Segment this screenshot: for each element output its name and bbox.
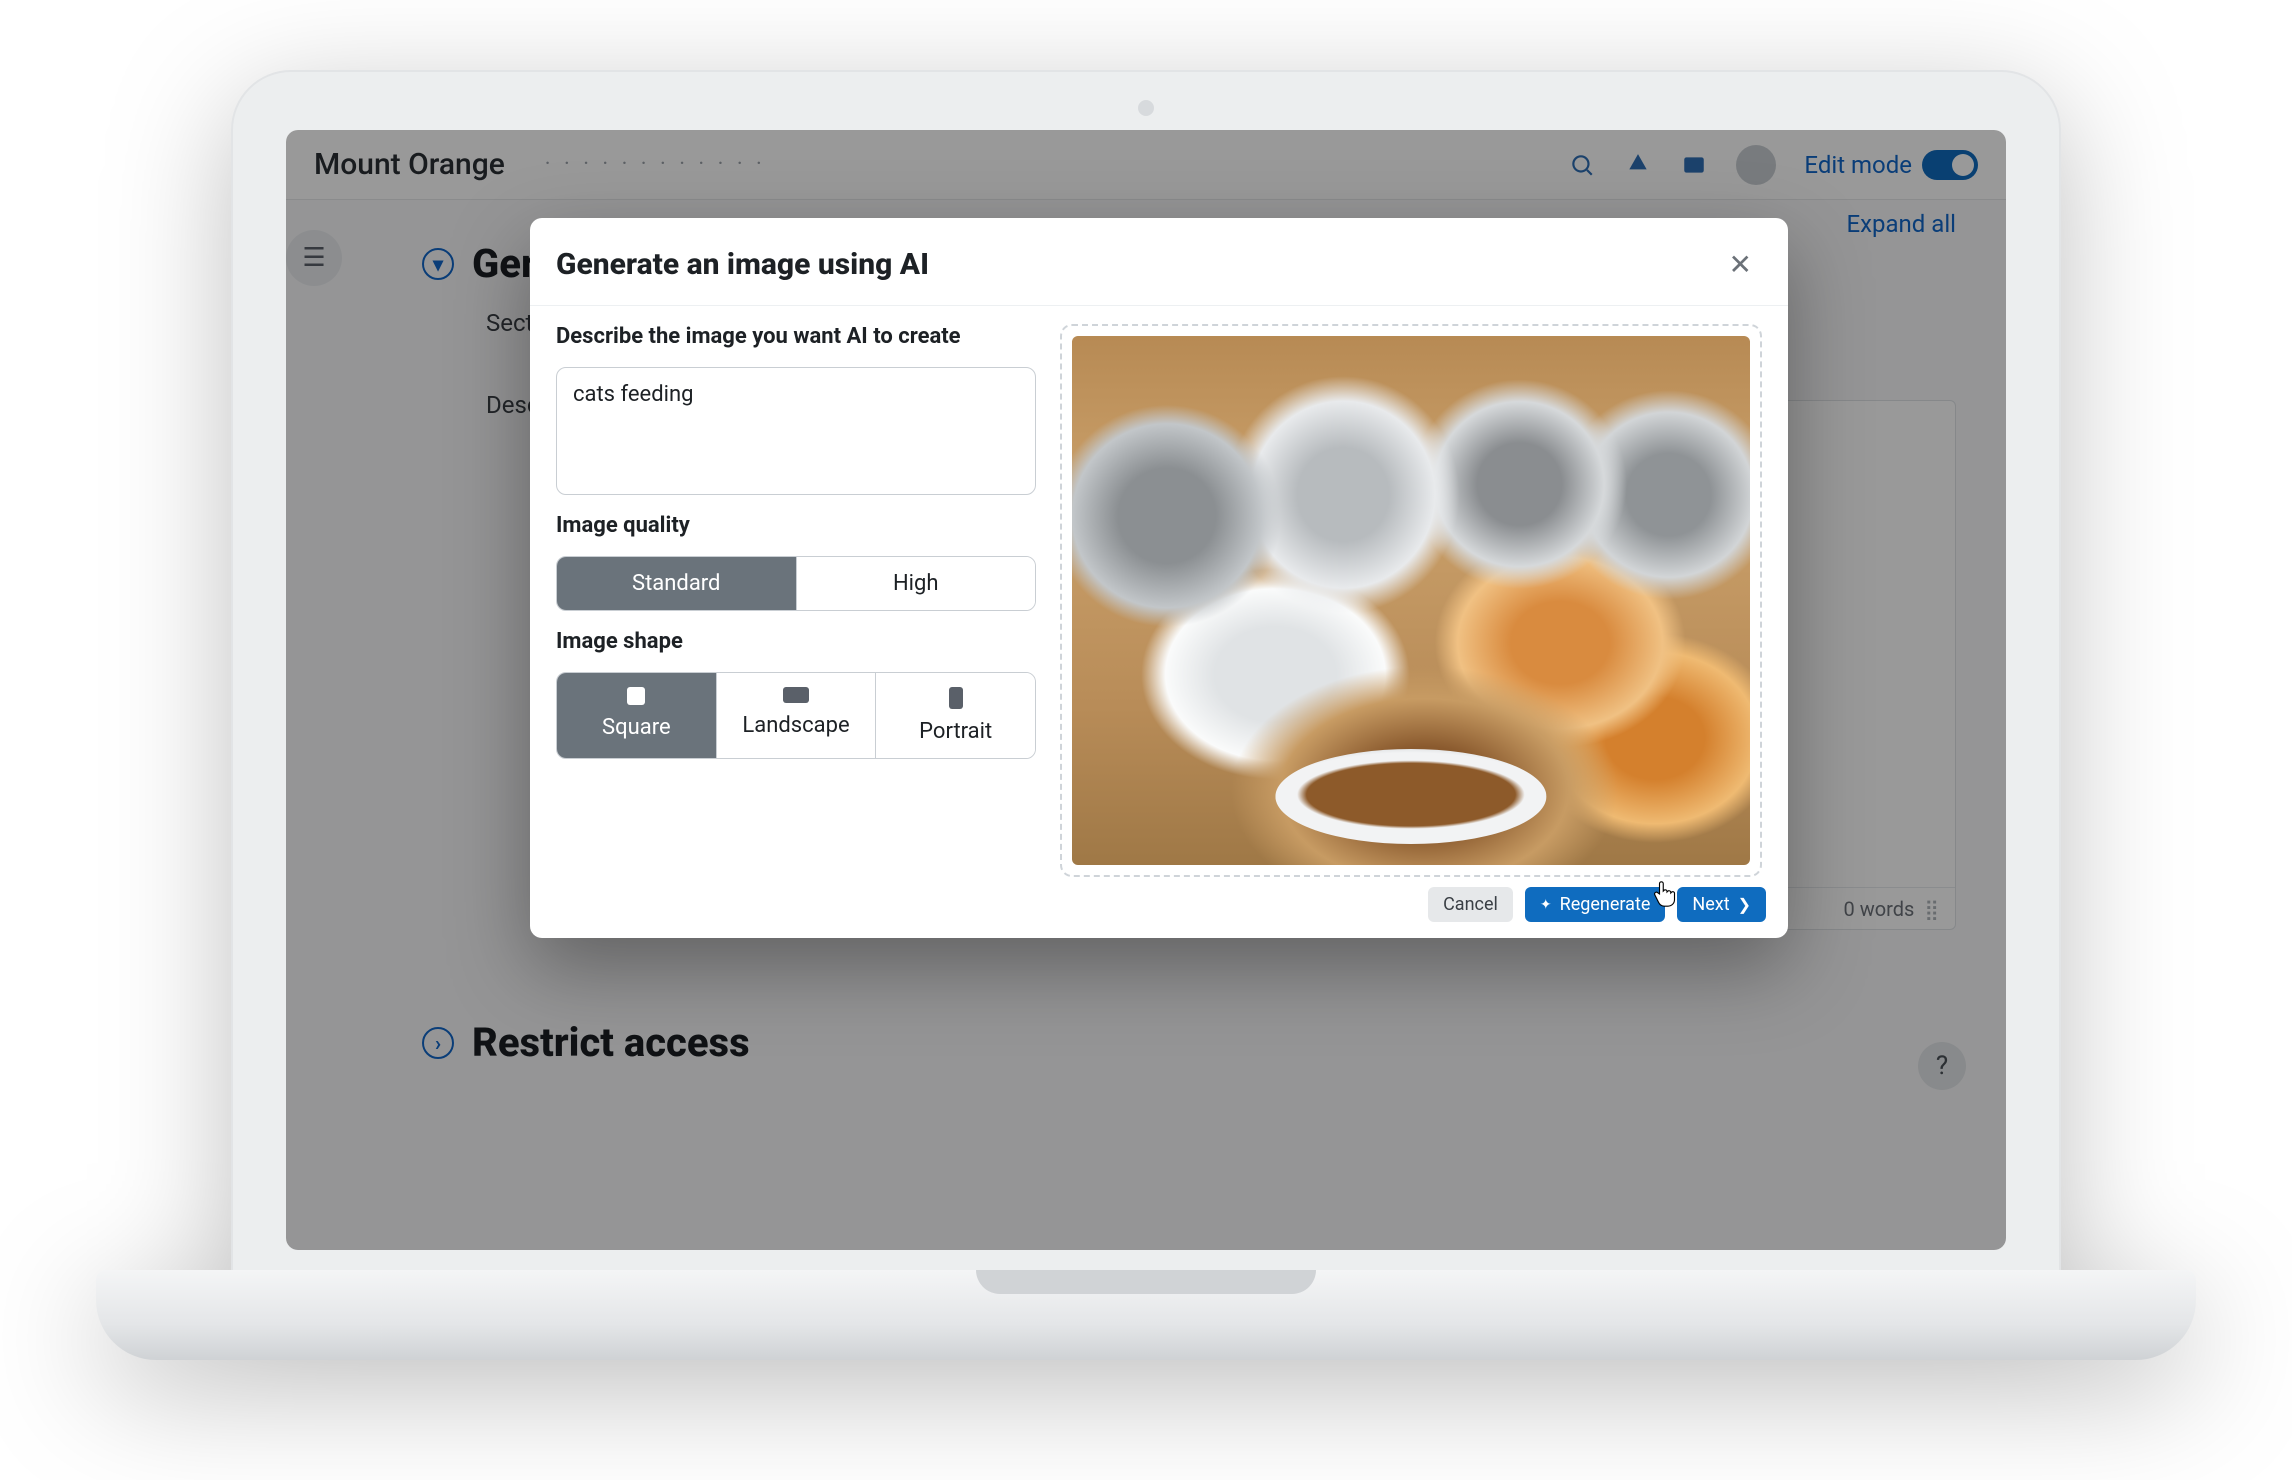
option-label: Landscape: [742, 713, 849, 738]
modal-footer: Cancel ✦ Regenerate Next ❯: [530, 877, 1788, 938]
option-label: Portrait: [919, 719, 992, 744]
quality-option-high[interactable]: High: [796, 557, 1036, 610]
cancel-button[interactable]: Cancel: [1428, 887, 1513, 922]
close-icon: ✕: [1729, 248, 1752, 281]
next-button[interactable]: Next ❯: [1677, 887, 1766, 922]
chevron-right-icon: ❯: [1738, 895, 1751, 914]
square-icon: [627, 687, 645, 705]
option-label: High: [893, 571, 939, 596]
prompt-label: Describe the image you want AI to create: [556, 324, 1036, 349]
button-label: Regenerate: [1560, 894, 1651, 915]
option-label: Standard: [632, 571, 720, 596]
shape-option-landscape[interactable]: Landscape: [716, 673, 876, 758]
shape-label: Image shape: [556, 629, 1036, 654]
laptop-frame: Mount Orange · · · · · · · · · · · · Edi…: [96, 70, 2196, 1410]
laptop-base: [96, 1270, 2196, 1360]
button-label: Next: [1692, 894, 1729, 915]
quality-group: Standard High: [556, 556, 1036, 611]
close-button[interactable]: ✕: [1719, 242, 1762, 287]
quality-label: Image quality: [556, 513, 1036, 538]
page: Mount Orange · · · · · · · · · · · · Edi…: [286, 130, 2006, 1250]
ai-image-modal: Generate an image using AI ✕ Describe th…: [530, 218, 1788, 938]
generated-image-preview[interactable]: [1072, 336, 1750, 865]
modal-form: Describe the image you want AI to create…: [556, 324, 1036, 877]
sparkle-icon: ✦: [1540, 897, 1552, 913]
image-preview-pane: [1060, 324, 1762, 877]
screen: Mount Orange · · · · · · · · · · · · Edi…: [286, 130, 2006, 1250]
regenerate-button[interactable]: ✦ Regenerate: [1525, 887, 1665, 922]
modal-body: Describe the image you want AI to create…: [530, 306, 1788, 877]
landscape-icon: [783, 687, 809, 703]
portrait-icon: [949, 687, 963, 709]
shape-option-square[interactable]: Square: [557, 673, 716, 758]
modal-header: Generate an image using AI ✕: [530, 218, 1788, 306]
button-label: Cancel: [1443, 894, 1498, 915]
option-label: Square: [602, 715, 671, 740]
camera-dot: [1138, 100, 1154, 116]
shape-group: Square Landscape Portrait: [556, 672, 1036, 759]
quality-option-standard[interactable]: Standard: [557, 557, 796, 610]
prompt-input[interactable]: [556, 367, 1036, 495]
shape-option-portrait[interactable]: Portrait: [875, 673, 1035, 758]
image-detail: [1275, 749, 1546, 844]
modal-title: Generate an image using AI: [556, 247, 929, 282]
